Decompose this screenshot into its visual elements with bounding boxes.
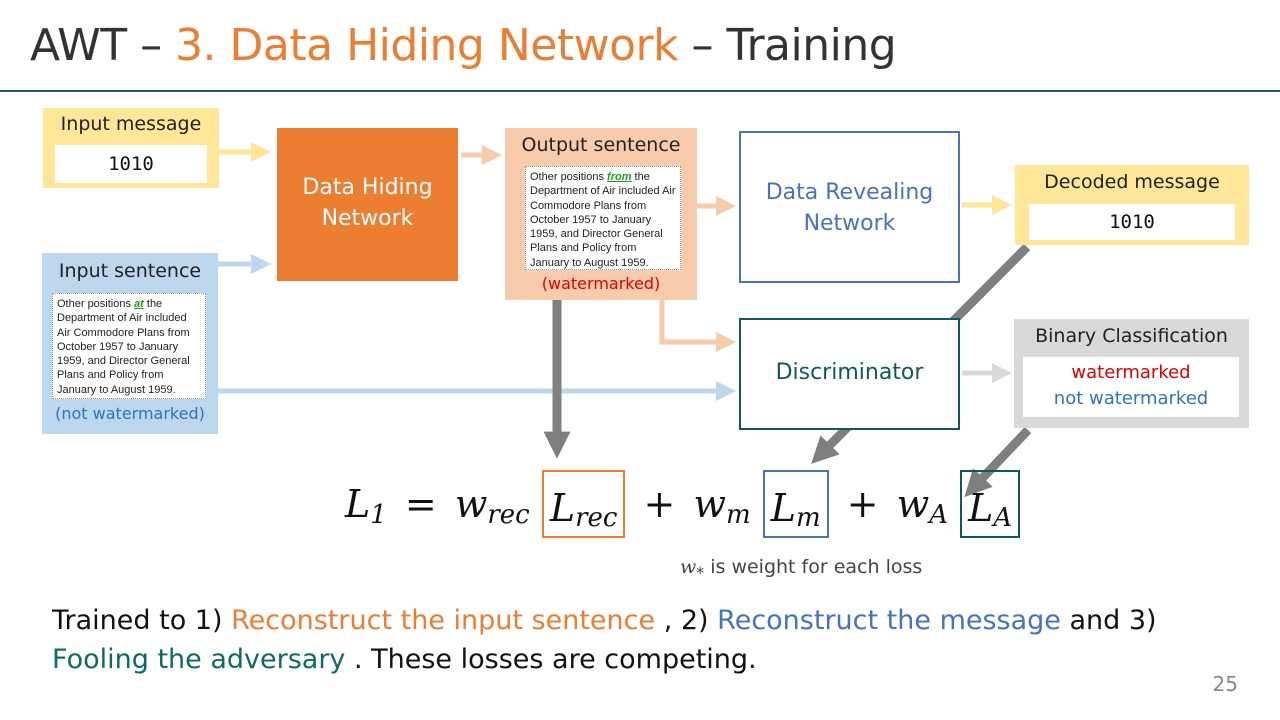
input-message-label: Input message: [60, 113, 202, 135]
title-suffix: – Training: [678, 20, 897, 71]
eq-w-a: wA: [897, 479, 948, 530]
input-sentence-status: (not watermarked): [55, 404, 205, 423]
eq-w-a-sub: A: [929, 499, 948, 530]
loss-equation: L1 = wrec Lrec + wm Lm + wA LA: [345, 470, 1021, 540]
eq-w-rec-sub: rec: [487, 499, 530, 530]
eq-l-m-symbol: L: [770, 485, 796, 530]
summary-goal-2: Reconstruct the message: [717, 605, 1061, 636]
summary-part-3: and 3): [1060, 605, 1157, 636]
data-hiding-network-box: Data Hiding Network: [277, 128, 458, 281]
slide-title: AWT – 3. Data Hiding Network – Training: [30, 18, 897, 74]
summary-goal-1: Reconstruct the input sentence: [231, 605, 656, 636]
input-sentence-text: Other positions at the Department of Air…: [52, 293, 206, 399]
eq-l-a-symbol: L: [968, 485, 994, 530]
eq-l-m-sub: m: [796, 503, 821, 533]
summary-text: Trained to 1) Reconstruct the input sent…: [52, 601, 1212, 679]
output-sentence-label: Output sentence: [521, 134, 681, 156]
discriminator-label: Discriminator: [775, 360, 924, 385]
eq-l-a-box: LA: [960, 470, 1021, 538]
classification-option-not-watermarked: not watermarked: [1053, 388, 1209, 409]
input-sentence-label: Input sentence: [58, 260, 202, 282]
eq-l-m-box: Lm: [762, 470, 829, 538]
binary-classification-box: Binary Classification watermarked not wa…: [1014, 319, 1249, 428]
eq-w-m-sub: m: [726, 499, 751, 530]
title-divider: [0, 90, 1280, 92]
classification-option-watermarked: watermarked: [1071, 362, 1191, 383]
output-sentence-after: the Department of Air included Air Commo…: [530, 171, 676, 269]
decoded-message-label: Decoded message: [1044, 171, 1220, 193]
title-accent: 3. Data Hiding Network: [175, 20, 679, 71]
eq-lhs-symbol: L: [345, 482, 371, 526]
eq-l-rec-sub: rec: [575, 503, 618, 533]
decoded-message-box: Decoded message 1010: [1015, 165, 1249, 245]
summary-part-2: , 2): [655, 605, 718, 636]
eq-equals: =: [404, 482, 437, 526]
eq-w-rec: wrec: [455, 479, 530, 530]
summary-goal-3: Fooling the adversary: [52, 644, 346, 675]
input-message-box: Input message 1010: [43, 108, 219, 188]
title-prefix: AWT –: [30, 20, 176, 71]
eq-l-rec-box: Lrec: [541, 470, 626, 538]
eq-plus-1: +: [643, 482, 676, 526]
binary-classification-label: Binary Classification: [1035, 325, 1228, 347]
eq-w-a-symbol: w: [896, 482, 930, 526]
input-message-value: 1010: [55, 145, 207, 183]
output-sentence-highlight: from: [607, 171, 632, 183]
summary-part-4: . These losses are competing.: [345, 644, 757, 675]
weight-note-symbol: w: [680, 556, 697, 578]
output-sentence-status: (watermarked): [541, 274, 661, 293]
eq-w-m: wm: [693, 479, 750, 530]
eq-plus-2: +: [846, 482, 879, 526]
data-revealing-network-box: Data Revealing Network: [739, 131, 960, 283]
page-number: 25: [1212, 672, 1238, 696]
decoded-message-value: 1010: [1029, 204, 1235, 240]
eq-lhs: L1: [345, 479, 387, 530]
summary-part-1: Trained to 1): [52, 605, 232, 636]
arrow-output-to-discriminator: [659, 300, 736, 352]
output-sentence-before: Other positions: [530, 171, 608, 183]
output-sentence-box: Output sentence Other positions from the…: [505, 128, 697, 300]
output-sentence-text: Other positions from the Department of A…: [525, 166, 681, 270]
weight-note-text: is weight for each loss: [704, 556, 923, 578]
discriminator-box: Discriminator: [739, 318, 960, 430]
input-sentence-box: Input sentence Other positions at the De…: [42, 253, 218, 434]
eq-w-m-symbol: w: [693, 482, 727, 526]
input-sentence-before: Other positions: [57, 298, 135, 310]
binary-classification-options: watermarked not watermarked: [1023, 357, 1239, 417]
input-sentence-highlight: at: [134, 298, 144, 310]
weight-note-sub: *: [696, 562, 705, 582]
eq-l-rec-symbol: L: [549, 485, 576, 530]
input-sentence-after: the Department of Air included Air Commo…: [57, 298, 190, 396]
weight-note: w* is weight for each loss: [680, 556, 922, 582]
data-hiding-network-label: Data Hiding Network: [302, 175, 433, 231]
data-revealing-network-label: Data Revealing Network: [765, 180, 934, 236]
eq-l-a-sub: A: [993, 503, 1013, 533]
eq-lhs-sub: 1: [370, 499, 387, 530]
eq-w-rec-symbol: w: [454, 482, 488, 526]
